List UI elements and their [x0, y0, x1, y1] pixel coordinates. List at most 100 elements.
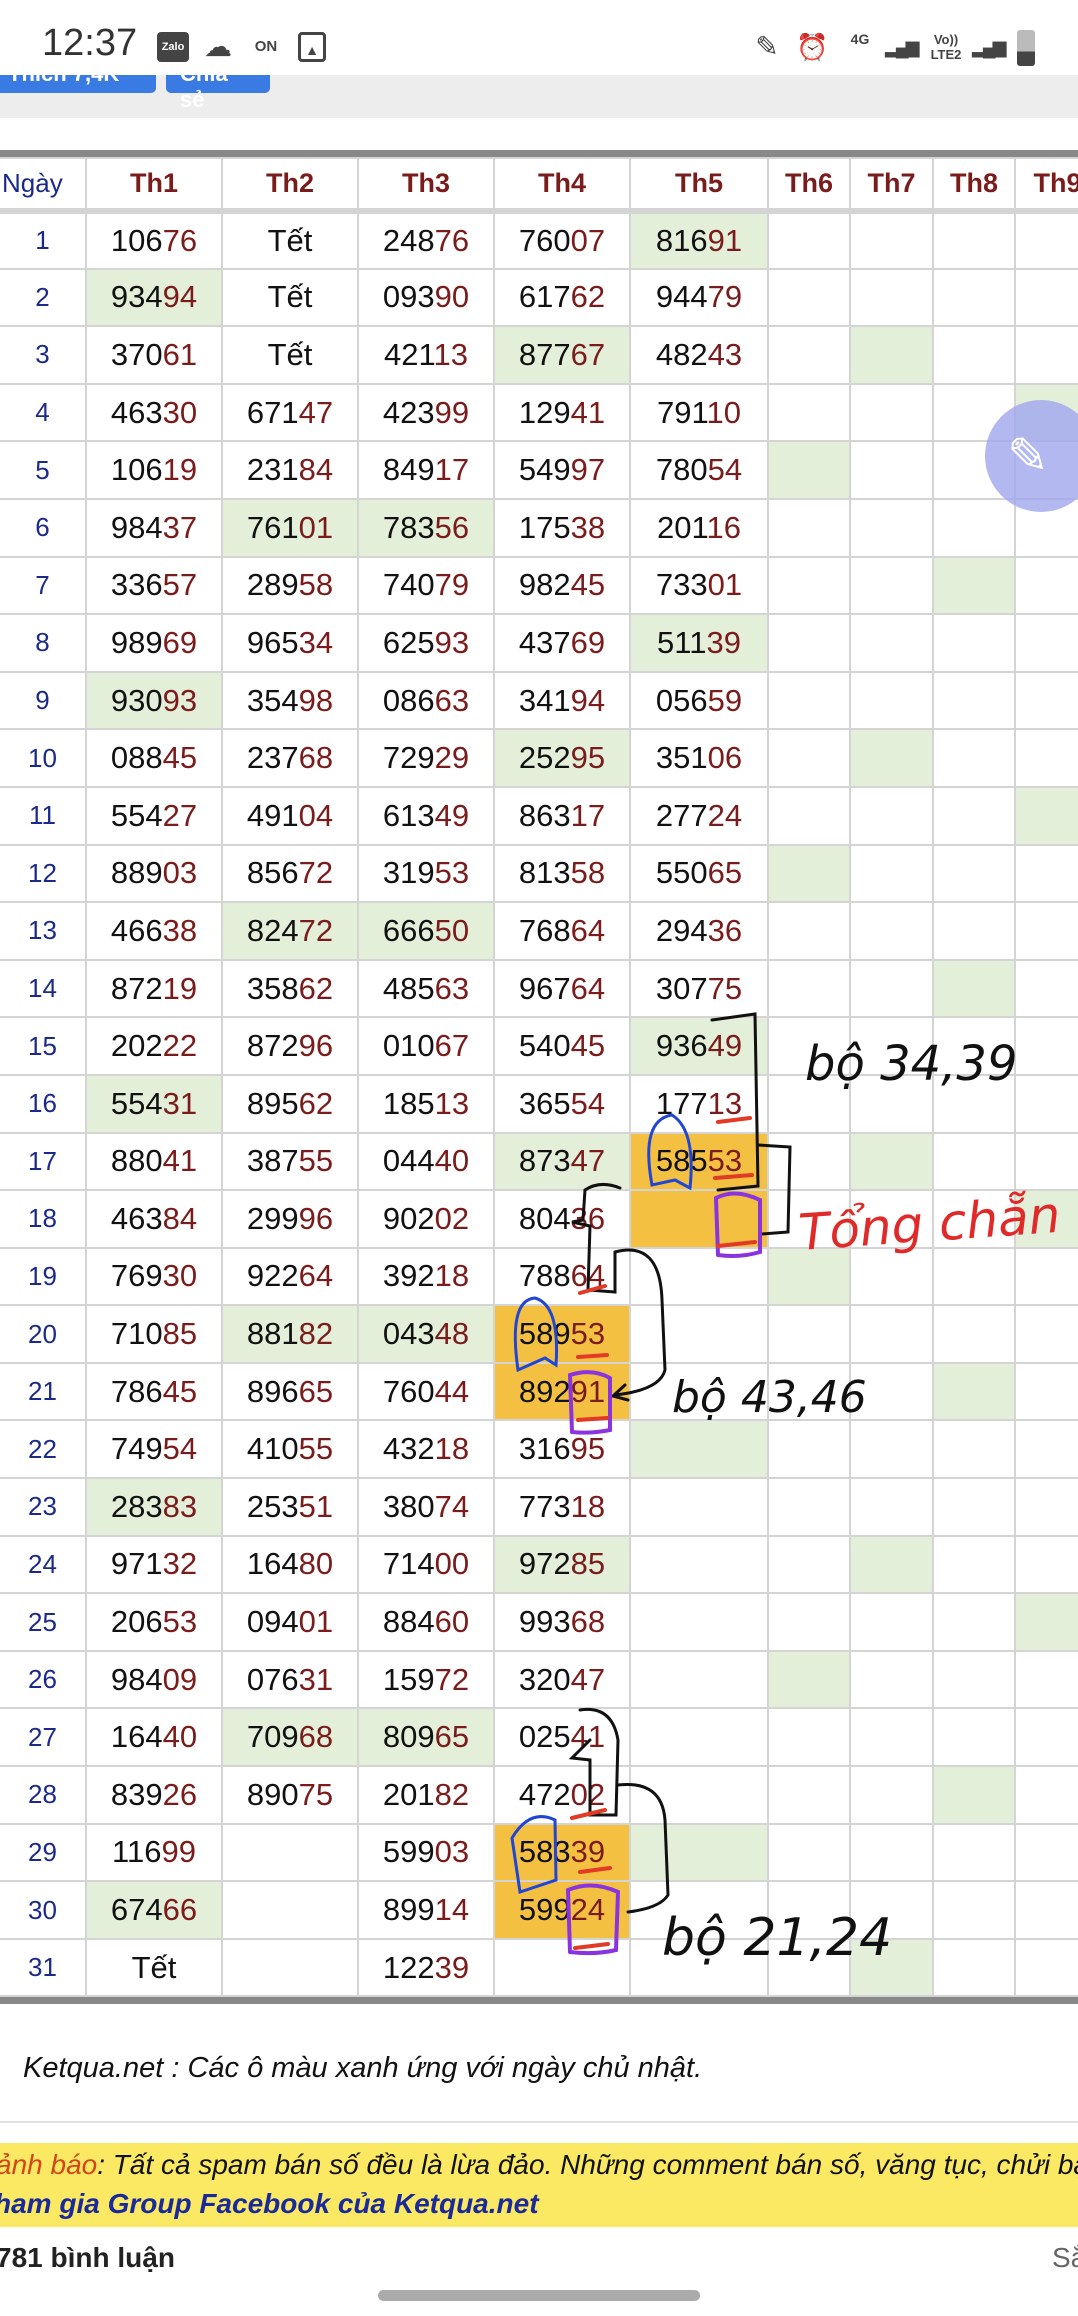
result-tail-digits: 76 [162, 222, 198, 258]
table-row: 7 33657 28958 74079 98245 73301 [0, 555, 1078, 616]
result-cell: 23768 [221, 728, 359, 788]
result-cell [849, 210, 934, 270]
result-cell: 71085 [85, 1304, 223, 1364]
result-cell [849, 1707, 934, 1768]
result-cell [1014, 728, 1078, 788]
result-cell: 16480 [221, 1534, 359, 1595]
share-button[interactable]: Chia sẻ [166, 75, 270, 112]
result-cell: 84917 [357, 440, 495, 500]
result-cell [849, 1419, 934, 1480]
result-tail-digits: 95 [570, 740, 606, 776]
result-tail-digits: 90 [434, 279, 470, 315]
header-month-4: Th4 [493, 157, 631, 214]
result-tail-digits: 41 [570, 394, 606, 430]
zalo-icon: Zalo [157, 32, 189, 62]
result-head-digits: 965 [246, 624, 299, 660]
result-head-digits: 106 [110, 222, 163, 258]
result-tail-digits: 47 [570, 1143, 606, 1179]
result-cell: 85672 [221, 843, 359, 904]
table-header: Ngày Th1 Th2 Th3 Th4 Th5 Th6 Th7 Th8 Th9 [0, 157, 1078, 214]
result-cell [932, 843, 1016, 904]
day-number: 5 [0, 440, 87, 500]
day-number: 19 [0, 1246, 87, 1307]
result-tail-digits: 79 [707, 279, 743, 315]
result-cell: 78356 [357, 497, 495, 558]
table-row: 29 11699 59903 58339 [0, 1822, 1078, 1883]
result-head-digits: 511 [657, 624, 707, 660]
result-tail-digits: 99 [161, 1834, 196, 1870]
result-cell: 89562 [221, 1073, 359, 1134]
result-head-digits: 253 [246, 1488, 299, 1524]
result-cell: 93494 [85, 267, 223, 328]
like-button[interactable]: Thích 7,4K [0, 75, 156, 93]
result-tail-digits: 67 [570, 336, 606, 372]
result-cell [849, 901, 934, 961]
result-cell [1014, 670, 1078, 731]
result-cell [1014, 1131, 1078, 1192]
home-indicator[interactable] [378, 2290, 700, 2301]
result-cell: 31695 [493, 1419, 631, 1480]
table-row: 18 46384 29996 90202 80436 [0, 1189, 1078, 1249]
result-cell [1014, 1822, 1078, 1883]
result-head-digits: 863 [518, 797, 571, 833]
result-tail-digits: 07 [570, 222, 606, 258]
table-row: 2 93494 Tết 09390 61762 94479 [0, 267, 1078, 328]
result-cell [1014, 1592, 1078, 1652]
result-cell: 87347 [493, 1131, 631, 1192]
sort-dropdown[interactable]: Sắ [1052, 2242, 1078, 2274]
result-cell: 11699 [85, 1822, 223, 1883]
result-cell [221, 1937, 359, 1998]
result-head-digits: 094 [246, 1604, 299, 1640]
result-head-digits: 890 [246, 1776, 299, 1812]
result-head-digits: 972 [518, 1546, 571, 1582]
result-cell: 97132 [85, 1534, 223, 1595]
day-number: 11 [0, 785, 87, 846]
result-cell [767, 1361, 851, 1422]
result-head-digits: 760 [518, 222, 571, 258]
result-cell [849, 1304, 934, 1364]
result-cell [849, 555, 934, 616]
result-cell [629, 1189, 769, 1249]
result-head-digits: 936 [655, 1028, 708, 1064]
result-tail-digits: 60 [434, 1604, 470, 1640]
result-head-digits: 283 [110, 1488, 163, 1524]
result-cell [849, 382, 934, 443]
result-cell: 93093 [85, 670, 223, 731]
result-cell: 24876 [357, 210, 495, 270]
facebook-group-link[interactable]: ham gia Group Facebook của Ketqua.net [0, 2188, 539, 2220]
result-head-digits: 252 [518, 740, 571, 776]
result-tail-digits: 31 [298, 1661, 334, 1697]
result-cell: 27724 [629, 785, 769, 846]
result-tail-digits: 57 [162, 567, 198, 603]
result-head-digits: 760 [382, 1373, 435, 1409]
result-cell: 33657 [85, 555, 223, 616]
result-cell [1014, 1534, 1078, 1595]
table-row: 22 74954 41055 43218 31695 [0, 1419, 1078, 1480]
result-cell [629, 1477, 769, 1537]
result-tail-digits: 45 [570, 567, 606, 603]
result-cell: 70968 [221, 1707, 359, 1768]
table-row: 30 67466 89914 59924 [0, 1880, 1078, 1940]
result-cell [767, 613, 851, 673]
result-cell [849, 843, 934, 904]
divider [0, 2121, 1078, 2123]
result-cell [767, 1707, 851, 1768]
result-cell [221, 1822, 359, 1883]
result-tail-digits: 43 [707, 336, 743, 372]
result-tail-digits: 53 [162, 1604, 198, 1640]
result-head-digits: 177 [655, 1085, 708, 1121]
result-tail-digits: 32 [162, 1546, 198, 1582]
signal-icon: ▂▄▆ [885, 37, 919, 57]
result-cell: 02541 [493, 1707, 631, 1768]
day-number: 27 [0, 1707, 87, 1768]
result-tail-digits: 47 [298, 394, 334, 430]
result-tail-digits: 47 [570, 1661, 606, 1697]
status-bar: 12:37 Zalo ☁ ON ▲ ✎ ⏰ 4G ▂▄▆ Vo)) LTE2 ▂… [0, 0, 1078, 75]
result-cell: 92264 [221, 1246, 359, 1307]
result-head-digits: 895 [246, 1085, 299, 1121]
table-row: 17 88041 38755 04440 87347 58553 [0, 1131, 1078, 1192]
result-tail-digits: 74 [434, 1488, 470, 1524]
result-tail-digits: 30 [162, 1258, 198, 1294]
result-tail-digits: 93 [434, 624, 470, 660]
result-head-digits: 248 [382, 222, 435, 258]
